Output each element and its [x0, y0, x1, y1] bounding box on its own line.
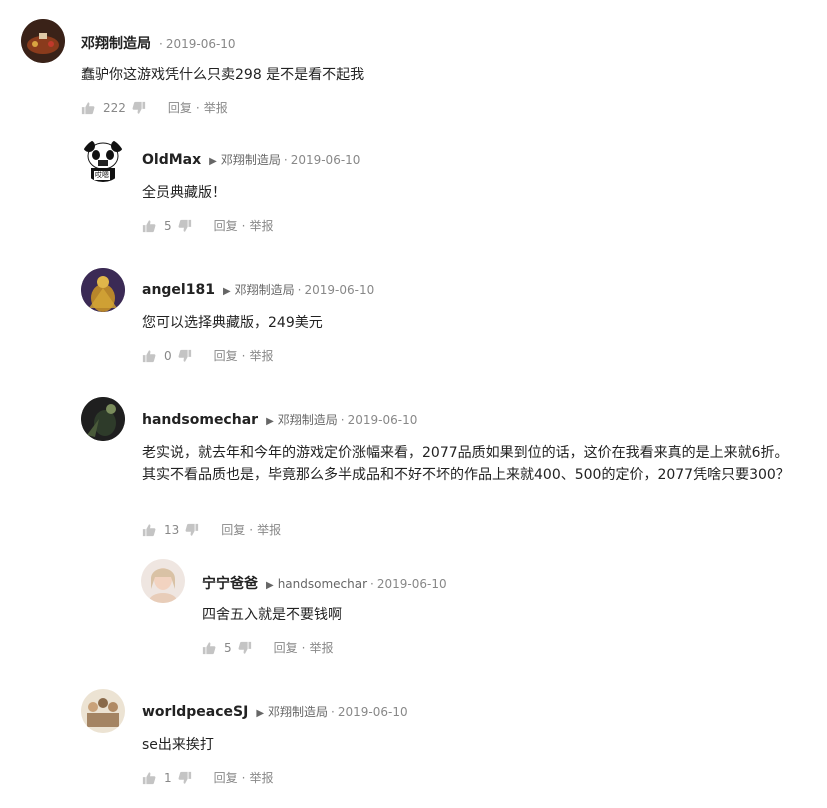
thumb-up-icon[interactable] — [202, 641, 216, 655]
reply-author[interactable]: worldpeaceSJ — [142, 704, 248, 720]
reply-to-user[interactable]: 邓翔制造局 — [221, 151, 281, 168]
separator-dot: · — [241, 218, 246, 233]
thumb-down-icon[interactable] — [178, 349, 192, 363]
dark-figure-avatar-icon — [81, 397, 125, 441]
separator-dot: · — [297, 283, 302, 297]
comment-author[interactable]: 邓翔制造局 — [81, 33, 151, 53]
thumb-up-icon[interactable] — [142, 523, 156, 537]
comment-date: 2019-06-10 — [337, 705, 408, 719]
reply-arrow-icon: ▶ — [266, 416, 274, 427]
separator-dot: · — [283, 153, 288, 167]
reply-button[interactable]: 回复 — [274, 639, 298, 656]
reply-to-user[interactable]: 邓翔制造局 — [278, 411, 338, 428]
reply-button[interactable]: 回复 — [168, 99, 192, 116]
reply-arrow-icon: ▶ — [266, 580, 274, 591]
thumb-down-icon[interactable] — [132, 101, 146, 115]
avatar[interactable] — [81, 689, 125, 733]
avatar[interactable] — [21, 19, 65, 63]
report-button[interactable]: 举报 — [249, 217, 273, 234]
report-button[interactable]: 举报 — [257, 521, 281, 538]
portrait-avatar-icon — [141, 559, 185, 603]
report-button[interactable]: 举报 — [249, 769, 273, 786]
comment-text: se出来挨打 — [142, 737, 214, 753]
reply-to-user[interactable]: 邓翔制造局 — [235, 281, 295, 298]
thumb-up-icon[interactable] — [142, 219, 156, 233]
thumb-down-icon[interactable] — [238, 641, 252, 655]
gamepad-avatar-icon — [21, 19, 65, 63]
like-count: 5 — [164, 218, 172, 233]
comment-text: 老实说，就去年和今年的游戏定价涨幅来看，2077品质如果到位的话，这价在我看来真… — [142, 445, 790, 483]
like-count: 222 — [103, 100, 126, 115]
separator-dot: · — [241, 770, 246, 785]
report-button[interactable]: 举报 — [204, 99, 228, 116]
thumb-down-icon[interactable] — [178, 771, 192, 785]
report-button[interactable]: 举报 — [249, 347, 273, 364]
sketch-group-avatar-icon — [81, 689, 125, 733]
separator-dot: · — [301, 640, 306, 655]
reply-button[interactable]: 回复 — [221, 521, 245, 538]
separator-dot: · — [370, 577, 374, 591]
comment-date: 2019-06-10 — [290, 153, 361, 167]
separator-dot: · — [331, 705, 335, 719]
like-count: 0 — [164, 348, 172, 363]
avatar[interactable] — [81, 397, 125, 441]
comment-date: 2019-06-10 — [376, 577, 447, 591]
thumb-up-icon[interactable] — [142, 349, 156, 363]
reply-author[interactable]: angel181 — [142, 282, 215, 298]
thumb-up-icon[interactable] — [142, 771, 156, 785]
like-count: 13 — [164, 522, 180, 537]
like-count: 1 — [164, 770, 172, 785]
thumb-up-icon[interactable] — [81, 101, 95, 115]
reply-author[interactable]: handsomechar — [142, 412, 258, 428]
avatar[interactable] — [81, 268, 125, 312]
comment-date: 2019-06-10 — [347, 413, 418, 427]
thumb-down-icon[interactable] — [178, 219, 192, 233]
avatar[interactable] — [141, 559, 185, 603]
reply-arrow-icon: ▶ — [222, 286, 231, 297]
comment-date: 2019-06-10 — [304, 283, 375, 297]
comment-text: 四舍五入就是不要钱啊 — [202, 607, 342, 623]
comment-date: 2019-06-10 — [165, 37, 236, 51]
reply-button[interactable]: 回复 — [214, 347, 238, 364]
separator-dot: · — [159, 37, 163, 51]
report-button[interactable]: 举报 — [309, 639, 333, 656]
reply-author[interactable]: 宁宁爸爸 — [202, 573, 258, 593]
avatar-caption: 哎嗯 — [94, 171, 110, 180]
reply-arrow-icon: ▶ — [256, 708, 265, 719]
avatar[interactable]: 哎嗯 — [81, 138, 125, 182]
comment-text: 您可以选择典藏版，249美元 — [142, 315, 323, 331]
like-count: 5 — [224, 640, 232, 655]
reply-author[interactable]: OldMax — [142, 152, 201, 168]
reply-button[interactable]: 回复 — [214, 769, 238, 786]
separator-dot: · — [241, 348, 246, 363]
separator-dot: · — [249, 522, 254, 537]
reply-to-user[interactable]: handsomechar — [278, 577, 367, 591]
comment-text: 全员典藏版！ — [142, 185, 226, 201]
golden-figure-avatar-icon — [81, 268, 125, 312]
separator-dot: · — [195, 100, 200, 115]
comment-text: 蠢驴你这游戏凭什么只卖298 是不是看不起我 — [81, 67, 365, 83]
thumb-down-icon[interactable] — [185, 523, 199, 537]
reply-to-user[interactable]: 邓翔制造局 — [268, 703, 328, 720]
reply-arrow-icon: ▶ — [209, 156, 217, 167]
reply-button[interactable]: 回复 — [214, 217, 238, 234]
separator-dot: · — [340, 413, 345, 427]
